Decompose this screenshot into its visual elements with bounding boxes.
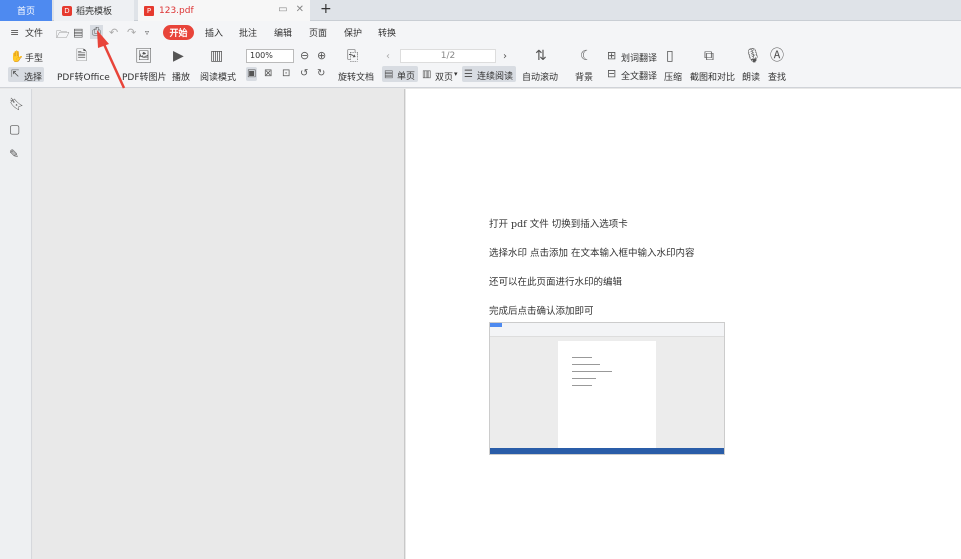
screenshot-compare-icon: ⧉ [704, 48, 714, 64]
fit-page-icon[interactable]: ⊠ [264, 67, 272, 81]
menu-annotate[interactable]: 批注 [239, 26, 257, 39]
rotate-document-button[interactable]: 旋转文档 [338, 70, 374, 83]
single-page-button[interactable]: ▤ 单页 [382, 66, 418, 82]
menu-convert[interactable]: 转换 [378, 26, 396, 39]
rotate-left-icon[interactable]: ↺ [300, 67, 308, 81]
continuous-read-icon: ☰ [464, 69, 473, 80]
tab-home[interactable]: 首页 [0, 0, 52, 21]
continuous-read-label: 连续阅读 [477, 72, 514, 82]
zoom-select[interactable]: 100% [246, 49, 294, 63]
continuous-read-button[interactable]: ☰ 连续阅读 [462, 66, 516, 82]
zoom-out-icon[interactable]: ⊖ [300, 49, 309, 63]
select-tool-label: 选择 [24, 73, 43, 83]
compress-icon: ▯ [666, 48, 674, 64]
tab-pdf-label: 123.pdf [159, 5, 194, 16]
fit-width-icon[interactable]: ⊡ [282, 67, 290, 81]
new-tab-button[interactable]: + [320, 1, 332, 17]
double-page-dropdown-icon[interactable]: ▾ [454, 70, 458, 78]
template-logo-icon: D [62, 5, 72, 16]
compress-button[interactable]: 压缩 [664, 70, 682, 83]
menu-start[interactable]: 开始 [163, 25, 194, 40]
open-folder-icon[interactable]: 🗁 [56, 26, 70, 45]
document-line: 完成后点击确认添加即可 [489, 306, 594, 317]
print-icon[interactable]: ⎙ [90, 25, 103, 39]
document-line: 打开 pdf 文件 切换到插入选项卡 [489, 219, 628, 230]
read-mode-button[interactable]: 阅读模式 [200, 70, 236, 83]
menu-edit[interactable]: 编辑 [274, 26, 292, 39]
menu-bar: ≡ 文件 🗁 ▤ ⎙ ↶ ↷ ▿ 开始 插入 批注 编辑 页面 保护 转换 [0, 21, 961, 45]
cursor-icon: ⇱ [11, 69, 20, 80]
single-page-label: 单页 [397, 72, 416, 82]
word-translate-button[interactable]: 划词翻译 [621, 51, 657, 64]
actual-size-icon[interactable]: ▣ [246, 67, 258, 81]
double-page-icon: ▥ [422, 69, 432, 80]
microphone-icon: 🎙 [744, 48, 762, 64]
auto-scroll-button[interactable]: 自动滚动 [522, 70, 558, 83]
menu-page[interactable]: 页面 [309, 26, 327, 39]
background-button[interactable]: 背景 [575, 70, 593, 83]
hand-tool-label[interactable]: 手型 [25, 51, 43, 64]
pdf-to-office-button[interactable]: PDF转Office [57, 70, 110, 83]
page-number-input[interactable]: 1/2 [400, 49, 496, 63]
select-tool-button[interactable]: ⇱ 选择 [8, 67, 44, 83]
embedded-page [558, 341, 656, 449]
save-icon[interactable]: ▤ [73, 26, 83, 39]
hamburger-menu-icon[interactable]: ≡ [10, 26, 19, 39]
single-page-icon: ▤ [384, 69, 394, 80]
double-page-button[interactable]: 双页 [435, 70, 453, 83]
read-aloud-button[interactable]: 朗读 [742, 70, 760, 83]
pdf-to-image-button[interactable]: PDF转图片 [122, 70, 167, 83]
word-translate-icon: ⊞ [607, 49, 617, 62]
auto-scroll-icon: ⇅ [535, 48, 547, 64]
full-translate-button[interactable]: 全文翻译 [621, 69, 657, 82]
pdf-file-icon: P [144, 5, 154, 16]
quick-access-dropdown-icon[interactable]: ▿ [145, 28, 149, 37]
pdf-to-image-icon: 🖼 [135, 48, 153, 64]
play-button[interactable]: 播放 [172, 70, 190, 83]
next-page-icon[interactable]: › [503, 50, 507, 64]
tab-bar: 首页 D 稻壳模板 P 123.pdf ▭ ✕ + [0, 0, 961, 21]
redo-icon[interactable]: ↷ [127, 26, 136, 39]
menu-file[interactable]: 文件 [25, 26, 43, 39]
tab-pin-icon[interactable]: ▭ [278, 4, 287, 15]
tab-template-label: 稻壳模板 [76, 7, 113, 17]
tab-template[interactable]: D 稻壳模板 [54, 0, 134, 21]
hand-icon: ✋ [10, 50, 24, 63]
embedded-taskbar [490, 448, 724, 454]
rotate-document-icon: ⎘ [347, 48, 359, 64]
undo-icon[interactable]: ↶ [109, 26, 118, 39]
embedded-toolbar [490, 323, 724, 337]
find-icon: Ⓐ [770, 48, 784, 64]
bookmark-icon[interactable]: 🔖︎ [9, 97, 24, 111]
document-line: 选择水印 点击添加 在文本输入框中输入水印内容 [489, 248, 695, 259]
ribbon-toolbar: ✋ 手型 ⇱ 选择 🗎 PDF转Office 🖼 PDF转图片 ▶ 播放 ▥ 阅… [0, 45, 961, 88]
zoom-in-icon[interactable]: ⊕ [317, 49, 326, 63]
read-mode-icon: ▥ [210, 48, 224, 64]
embedded-screenshot-image [489, 322, 725, 455]
full-translate-icon: ⊟ [607, 67, 617, 80]
tab-close-icon[interactable]: ✕ [296, 4, 304, 15]
document-page: 打开 pdf 文件 切换到插入选项卡 选择水印 点击添加 在文本输入框中输入水印… [406, 89, 961, 559]
sidebar-panel [33, 89, 405, 559]
play-icon: ▶ [173, 48, 184, 64]
thumbnail-icon[interactable]: ▢ [9, 122, 20, 136]
screenshot-compare-button[interactable]: 截图和对比 [690, 70, 735, 83]
find-button[interactable]: 查找 [768, 70, 786, 83]
document-line: 还可以在此页面进行水印的编辑 [489, 277, 623, 288]
background-icon: ☾ [580, 48, 593, 64]
annotation-icon[interactable]: ✎ [9, 147, 19, 161]
tab-home-label: 首页 [16, 7, 35, 17]
menu-insert[interactable]: 插入 [205, 26, 223, 39]
left-sidebar: 🔖︎ ▢ ✎ [0, 89, 32, 559]
prev-page-icon[interactable]: ‹ [386, 50, 390, 64]
tab-pdf-document[interactable]: P 123.pdf ▭ ✕ [138, 0, 310, 21]
rotate-right-icon[interactable]: ↻ [317, 67, 325, 81]
menu-protect[interactable]: 保护 [344, 26, 362, 39]
pdf-to-office-icon: 🗎 [76, 48, 88, 64]
